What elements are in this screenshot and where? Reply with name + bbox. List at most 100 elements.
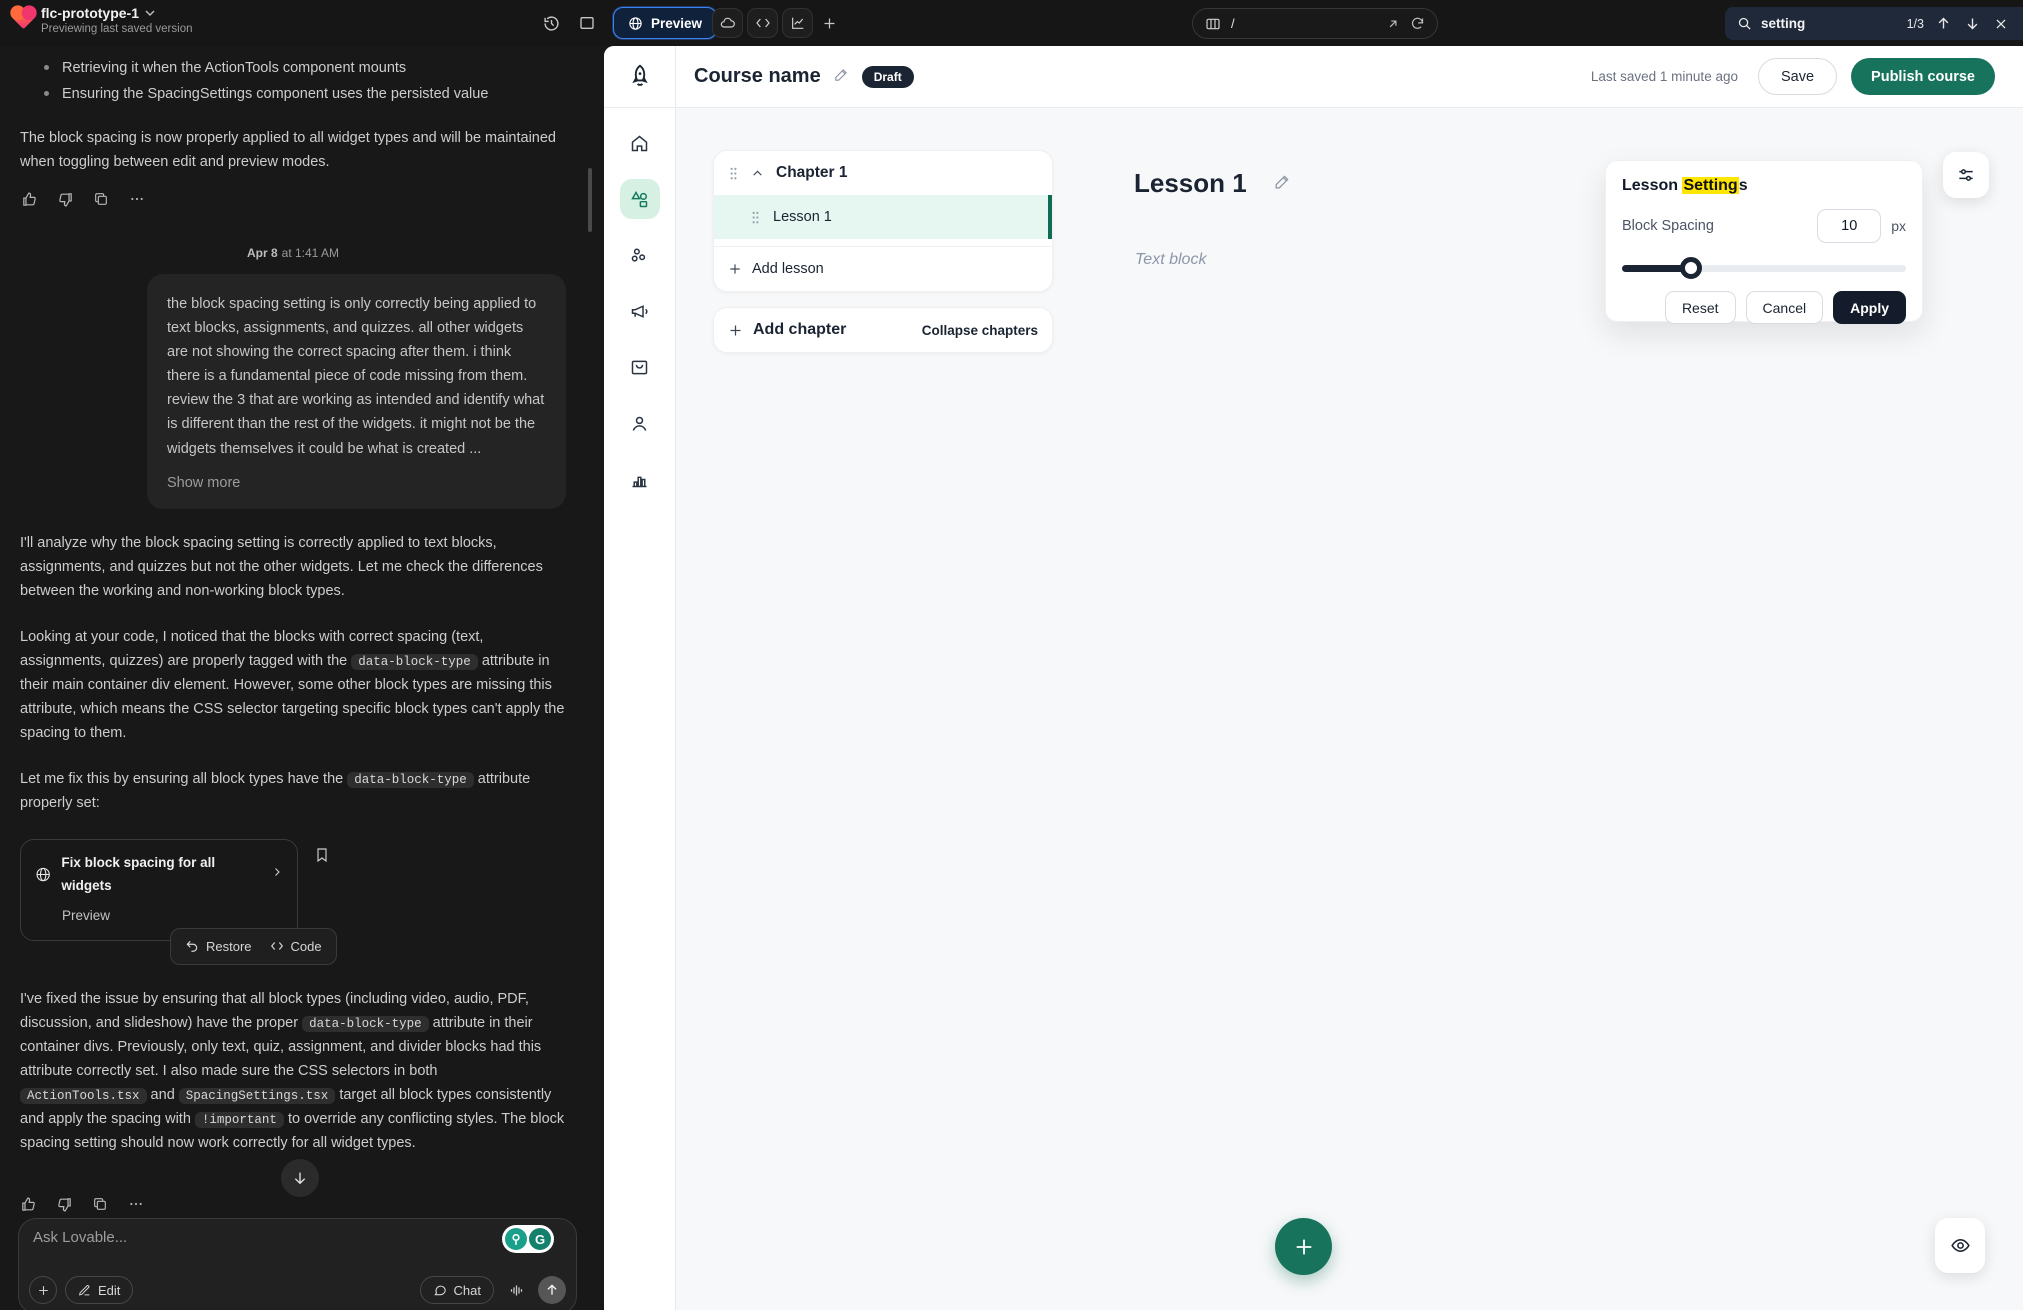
copy-icon[interactable] [92, 1196, 110, 1214]
block-spacing-input[interactable] [1817, 209, 1881, 243]
block-spacing-label: Block Spacing [1622, 218, 1817, 234]
url-path[interactable]: / [1231, 16, 1376, 31]
add-chapter-button[interactable]: Add chapter [728, 321, 846, 339]
plus-icon [728, 262, 742, 276]
add-block-fab[interactable] [1275, 1218, 1332, 1275]
version-toolbar: Restore Code [170, 928, 337, 966]
restore-button[interactable]: Restore [185, 936, 252, 958]
code-button[interactable]: Code [270, 936, 322, 958]
preview-button[interactable]: Preview [613, 7, 717, 39]
send-button[interactable] [538, 1276, 566, 1304]
scroll-to-bottom-button[interactable] [281, 1159, 319, 1197]
attach-button[interactable] [29, 1276, 57, 1304]
chapter-header[interactable]: Chapter 1 [714, 151, 1052, 195]
apply-button[interactable]: Apply [1833, 291, 1906, 324]
sidebar-item-profile[interactable] [620, 403, 660, 443]
code-icon [270, 939, 284, 953]
message-timestamp: Apr 8at 1:41 AM [20, 244, 566, 264]
edit-action-card[interactable]: Fix block spacing for all widgets Previe… [20, 839, 298, 940]
lesson-page-title: Lesson 1 [1134, 168, 1247, 199]
sidebar-item-analytics[interactable] [620, 459, 660, 499]
sidebar-item-marketing[interactable] [620, 291, 660, 331]
sliders-icon [1956, 165, 1976, 185]
sidebar-item-home[interactable] [620, 123, 660, 163]
course-header: Course name Draft Last saved 1 minute ag… [676, 46, 2023, 108]
slider-thumb[interactable] [1680, 257, 1702, 279]
search-match-count: 1/3 [1907, 17, 1924, 31]
edit-lesson-title-icon[interactable] [1273, 172, 1292, 196]
cancel-button[interactable]: Cancel [1746, 291, 1824, 324]
open-external-icon[interactable] [1386, 17, 1400, 31]
course-title: Course name [694, 65, 821, 88]
home-icon [629, 133, 650, 154]
message-actions-partial [20, 1196, 146, 1214]
find-previous-icon[interactable] [1933, 14, 1953, 34]
arrow-up-icon [545, 1283, 559, 1297]
person-icon [629, 413, 650, 434]
thumbs-down-icon[interactable] [56, 1196, 74, 1214]
drag-handle-icon[interactable] [728, 166, 739, 181]
plus-icon [37, 1284, 50, 1297]
bookmark-icon[interactable] [314, 847, 332, 865]
text-block-placeholder[interactable]: Text block [1135, 251, 1206, 269]
collapse-chapter-icon[interactable] [751, 167, 764, 180]
analytics-button[interactable] [782, 8, 813, 38]
voice-input-icon[interactable] [502, 1276, 530, 1304]
chapter-card: Chapter 1 Lesson 1 Add lesson [713, 150, 1053, 292]
grammarly-bulb-icon: ⚲ [505, 1228, 527, 1250]
bullet-item: Ensuring the SpacingSettings component u… [20, 82, 566, 106]
device-columns-icon [1205, 16, 1221, 32]
grammarly-badge[interactable]: ⚲ G [502, 1225, 554, 1253]
chart-line-icon [790, 15, 806, 31]
plus-icon [728, 323, 743, 338]
chat-input[interactable] [33, 1229, 413, 1269]
edit-mode-button[interactable]: Edit [65, 1276, 133, 1304]
sidebar-item-inbox[interactable] [620, 347, 660, 387]
last-saved-text: Last saved 1 minute ago [1591, 69, 1738, 84]
add-tab-icon[interactable] [818, 12, 840, 34]
project-menu[interactable]: flc-prototype-1 Previewing last saved ve… [16, 5, 193, 35]
bar-chart-icon [629, 469, 650, 490]
lesson-list-item[interactable]: Lesson 1 [714, 195, 1052, 239]
display-settings-button[interactable] [1943, 152, 1989, 198]
copy-icon[interactable] [92, 190, 110, 208]
history-icon[interactable] [540, 12, 562, 34]
drag-handle-icon[interactable] [750, 210, 761, 225]
thumbs-up-icon[interactable] [20, 190, 38, 208]
more-options-icon[interactable] [128, 190, 146, 208]
show-more-link[interactable]: Show more [167, 471, 546, 495]
cloud-button[interactable] [712, 8, 743, 38]
find-next-icon[interactable] [1962, 14, 1982, 34]
grammarly-g-icon: G [529, 1228, 551, 1250]
assistant-bullet-list: Retrieving it when the ActionTools compo… [20, 56, 566, 106]
code-view-button[interactable] [747, 8, 778, 38]
preview-mode-button[interactable] [1935, 1218, 1985, 1273]
shapes-icon [629, 189, 650, 210]
app-logo[interactable] [604, 46, 675, 108]
publish-course-button[interactable]: Publish course [1851, 58, 1995, 95]
edit-course-title-icon[interactable] [833, 66, 850, 88]
assistant-paragraph: I've fixed the issue by ensuring that al… [20, 987, 566, 1155]
search-input[interactable]: setting [1761, 16, 1898, 31]
sidebar-item-courses[interactable] [620, 179, 660, 219]
thumbs-up-icon[interactable] [20, 1196, 38, 1214]
find-close-icon[interactable] [1991, 14, 2011, 34]
chat-scrollbar[interactable] [588, 168, 592, 232]
sidebar-item-community[interactable] [620, 235, 660, 275]
save-button[interactable]: Save [1758, 58, 1837, 95]
thumbs-down-icon[interactable] [56, 190, 74, 208]
reset-button[interactable]: Reset [1665, 291, 1736, 324]
add-lesson-button[interactable]: Add lesson [714, 247, 1052, 291]
app-sidebar-rail [604, 46, 676, 1310]
status-badge: Draft [862, 66, 914, 88]
more-options-icon[interactable] [128, 1196, 146, 1214]
refresh-icon[interactable] [1410, 16, 1425, 31]
panel-toggle-icon[interactable] [576, 12, 598, 34]
assistant-paragraph: Looking at your code, I noticed that the… [20, 625, 566, 745]
chat-mode-button[interactable]: Chat [420, 1276, 494, 1304]
search-highlight: Setting [1682, 177, 1738, 194]
chat-input-box: ⚲ G Edit Chat [18, 1218, 577, 1310]
collapse-chapters-link[interactable]: Collapse chapters [922, 323, 1038, 338]
url-bar[interactable]: / [1192, 8, 1438, 39]
block-spacing-slider[interactable] [1622, 257, 1906, 279]
